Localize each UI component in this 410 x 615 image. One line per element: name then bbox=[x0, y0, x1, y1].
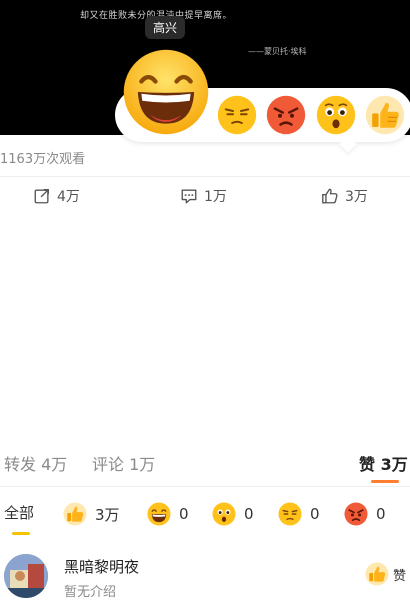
filter-thumbs-count: 3万 bbox=[95, 505, 120, 524]
filter-happy[interactable]: 0 bbox=[147, 502, 189, 526]
filter-unamused-count: 0 bbox=[310, 505, 320, 523]
view-count: 1163万次观看 bbox=[0, 152, 86, 167]
filter-thumbs-up[interactable]: 3万 bbox=[63, 502, 120, 526]
user-name[interactable]: 黑暗黎明夜 bbox=[64, 556, 139, 577]
filter-happy-count: 0 bbox=[179, 505, 189, 523]
user-like-label: 赞 bbox=[393, 568, 407, 584]
surprised-face-icon[interactable] bbox=[316, 95, 356, 135]
share-icon bbox=[34, 189, 49, 204]
filter-angry-count: 0 bbox=[376, 505, 386, 523]
tab-like[interactable]: 赞 3万 bbox=[359, 451, 408, 475]
thumbs-up-icon[interactable] bbox=[365, 95, 405, 135]
user-description: 暂无介绍 bbox=[64, 585, 117, 600]
filter-all-label: 全部 bbox=[4, 504, 35, 522]
comment-button[interactable]: 1万 bbox=[180, 186, 227, 206]
filter-all[interactable]: 全部 bbox=[4, 502, 34, 523]
video-quote-author: ——蒙贝托·埃科 bbox=[248, 47, 307, 56]
repost-count: 4万 bbox=[57, 189, 80, 205]
user-like-badge: 赞 bbox=[365, 562, 406, 586]
tab-bar: 转发 4万 评论 1万 赞 3万 bbox=[0, 448, 410, 484]
avatar[interactable] bbox=[4, 554, 48, 598]
tab-comment[interactable]: 评论 1万 bbox=[92, 451, 155, 475]
reaction-tooltip: 高兴 bbox=[145, 16, 186, 39]
divider bbox=[0, 486, 410, 487]
divider bbox=[0, 176, 410, 177]
unamused-face-icon[interactable] bbox=[217, 95, 257, 135]
thumbs-up-icon bbox=[63, 502, 87, 526]
filter-surprised[interactable]: 0 bbox=[212, 502, 254, 526]
comment-icon bbox=[181, 189, 197, 204]
happy-face-icon bbox=[147, 502, 171, 526]
angry-face-icon[interactable] bbox=[266, 95, 306, 135]
action-bar: 4万 1万 3万 bbox=[0, 180, 410, 214]
like-count: 3万 bbox=[345, 189, 368, 205]
active-tab-indicator bbox=[371, 480, 399, 483]
filter-angry[interactable]: 0 bbox=[344, 502, 386, 526]
thumbs-up-icon bbox=[365, 562, 389, 586]
filter-unamused[interactable]: 0 bbox=[278, 502, 320, 526]
unamused-face-icon bbox=[278, 502, 302, 526]
surprised-face-icon bbox=[212, 502, 236, 526]
tab-repost[interactable]: 转发 4万 bbox=[4, 451, 67, 475]
angry-face-icon bbox=[344, 502, 368, 526]
list-item[interactable]: 黑暗黎明夜 暂无介绍 赞 bbox=[0, 548, 410, 610]
avatar-image bbox=[4, 554, 48, 598]
repost-button[interactable]: 4万 bbox=[33, 186, 80, 206]
filter-surprised-count: 0 bbox=[244, 505, 254, 523]
filter-all-indicator bbox=[12, 532, 30, 535]
happy-face-icon[interactable] bbox=[122, 48, 210, 136]
like-button[interactable]: 3万 bbox=[321, 186, 368, 206]
reaction-filter-bar: 全部 3万 0 0 0 0 bbox=[0, 496, 410, 536]
thumbs-up-outline-icon bbox=[322, 188, 338, 204]
comment-count: 1万 bbox=[204, 189, 227, 205]
